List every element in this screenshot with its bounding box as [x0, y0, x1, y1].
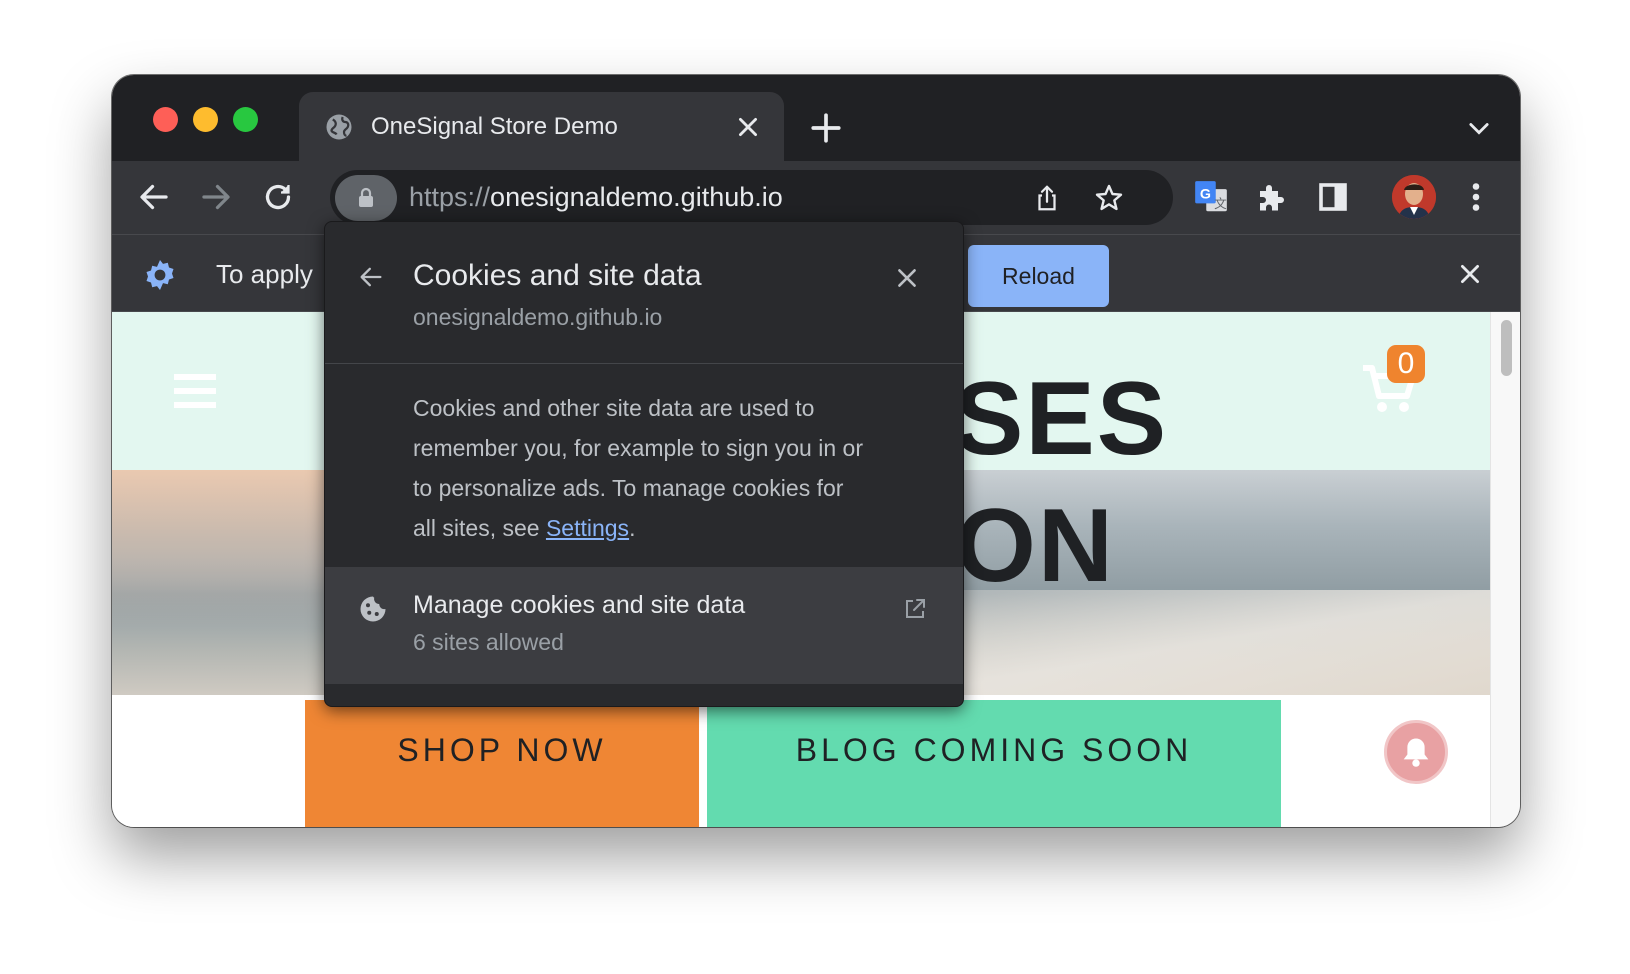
globe-icon	[326, 114, 352, 140]
reload-button[interactable]: Reload	[968, 245, 1109, 307]
close-icon[interactable]	[1457, 261, 1483, 287]
back-arrow-icon[interactable]	[357, 263, 385, 291]
svg-text:文: 文	[1214, 197, 1227, 211]
minimize-window-button[interactable]	[193, 107, 218, 132]
gear-icon	[146, 260, 174, 290]
side-panel-icon[interactable]	[1315, 179, 1351, 215]
close-icon[interactable]	[894, 265, 920, 291]
cart-count-badge: 0	[1387, 345, 1425, 383]
popup-description: Cookies and other site data are used to …	[413, 395, 863, 541]
divider	[325, 363, 963, 364]
tab-strip: OneSignal Store Demo	[112, 75, 1520, 161]
hamburger-icon[interactable]	[174, 372, 216, 410]
popup-title: Cookies and site data	[413, 259, 702, 292]
url-text: https://onesignaldemo.github.io	[409, 182, 783, 212]
shop-now-button[interactable]: SHOP NOW	[305, 700, 699, 827]
tab-title: OneSignal Store Demo	[371, 113, 618, 140]
external-link-icon[interactable]	[903, 597, 927, 621]
chevron-down-icon[interactable]	[1465, 114, 1493, 142]
puzzle-icon[interactable]	[1254, 179, 1290, 215]
blog-coming-soon-button[interactable]: BLOG COMING SOON	[707, 700, 1281, 827]
tab-onesignal[interactable]: OneSignal Store Demo	[299, 92, 784, 161]
settings-link[interactable]: Settings	[546, 515, 629, 541]
maximize-window-button[interactable]	[233, 107, 258, 132]
hero-heading-line2: ON	[955, 488, 1115, 604]
svg-text:G: G	[1200, 187, 1211, 203]
lock-icon	[359, 187, 373, 207]
close-window-button[interactable]	[153, 107, 178, 132]
cookies-popup: Cookies and site data onesignaldemo.gith…	[324, 221, 964, 707]
popup-site: onesignaldemo.github.io	[413, 304, 663, 330]
sites-allowed-count: 6 sites allowed	[413, 629, 564, 655]
notification-bell-button[interactable]	[1384, 720, 1448, 784]
share-icon[interactable]	[1032, 183, 1062, 213]
manage-cookies-row[interactable]: Manage cookies and site data 6 sites all…	[325, 567, 963, 684]
close-icon[interactable]	[735, 114, 761, 140]
address-bar[interactable]: https://onesignaldemo.github.io	[330, 170, 1173, 225]
forward-arrow-icon[interactable]	[198, 179, 234, 215]
browser-window: OneSignal Store Demo https://onesignalde…	[112, 75, 1520, 827]
back-arrow-icon[interactable]	[136, 179, 172, 215]
site-info-button[interactable]	[335, 175, 397, 221]
hero-heading-line1: SES	[954, 361, 1169, 477]
plus-icon[interactable]	[809, 111, 843, 145]
scrollbar[interactable]	[1490, 312, 1520, 827]
manage-cookies-title: Manage cookies and site data	[413, 591, 746, 619]
star-icon[interactable]	[1093, 182, 1125, 214]
reload-icon[interactable]	[260, 179, 296, 215]
info-bar-text: To apply	[216, 259, 313, 289]
cookie-icon	[360, 596, 386, 622]
kebab-menu-icon-spacer	[1400, 179, 1436, 215]
bell-icon	[1403, 738, 1429, 767]
translate-icon[interactable]: G 文	[1192, 178, 1230, 216]
kebab-menu-icon[interactable]	[1458, 179, 1494, 215]
scrollbar-thumb[interactable]	[1501, 320, 1512, 376]
